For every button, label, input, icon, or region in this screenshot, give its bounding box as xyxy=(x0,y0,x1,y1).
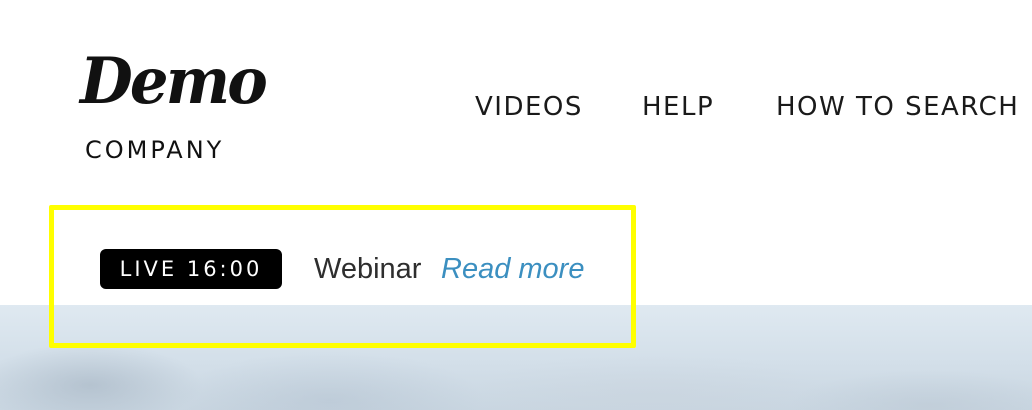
logo-company-text: COMPANY xyxy=(85,136,225,164)
read-more-link[interactable]: Read more xyxy=(441,252,584,286)
announcement-text: Webinar xyxy=(314,253,422,285)
nav-item-help[interactable]: HELP xyxy=(642,92,714,122)
company-logo[interactable]: Demo COMPANY xyxy=(80,42,280,167)
nav-item-how-to-search[interactable]: HOW TO SEARCH xyxy=(776,92,1019,122)
logo-script-text: Demo xyxy=(80,44,268,119)
live-time-badge: LIVE 16:00 xyxy=(100,249,282,289)
nav-item-videos[interactable]: VIDEOS xyxy=(475,92,583,122)
